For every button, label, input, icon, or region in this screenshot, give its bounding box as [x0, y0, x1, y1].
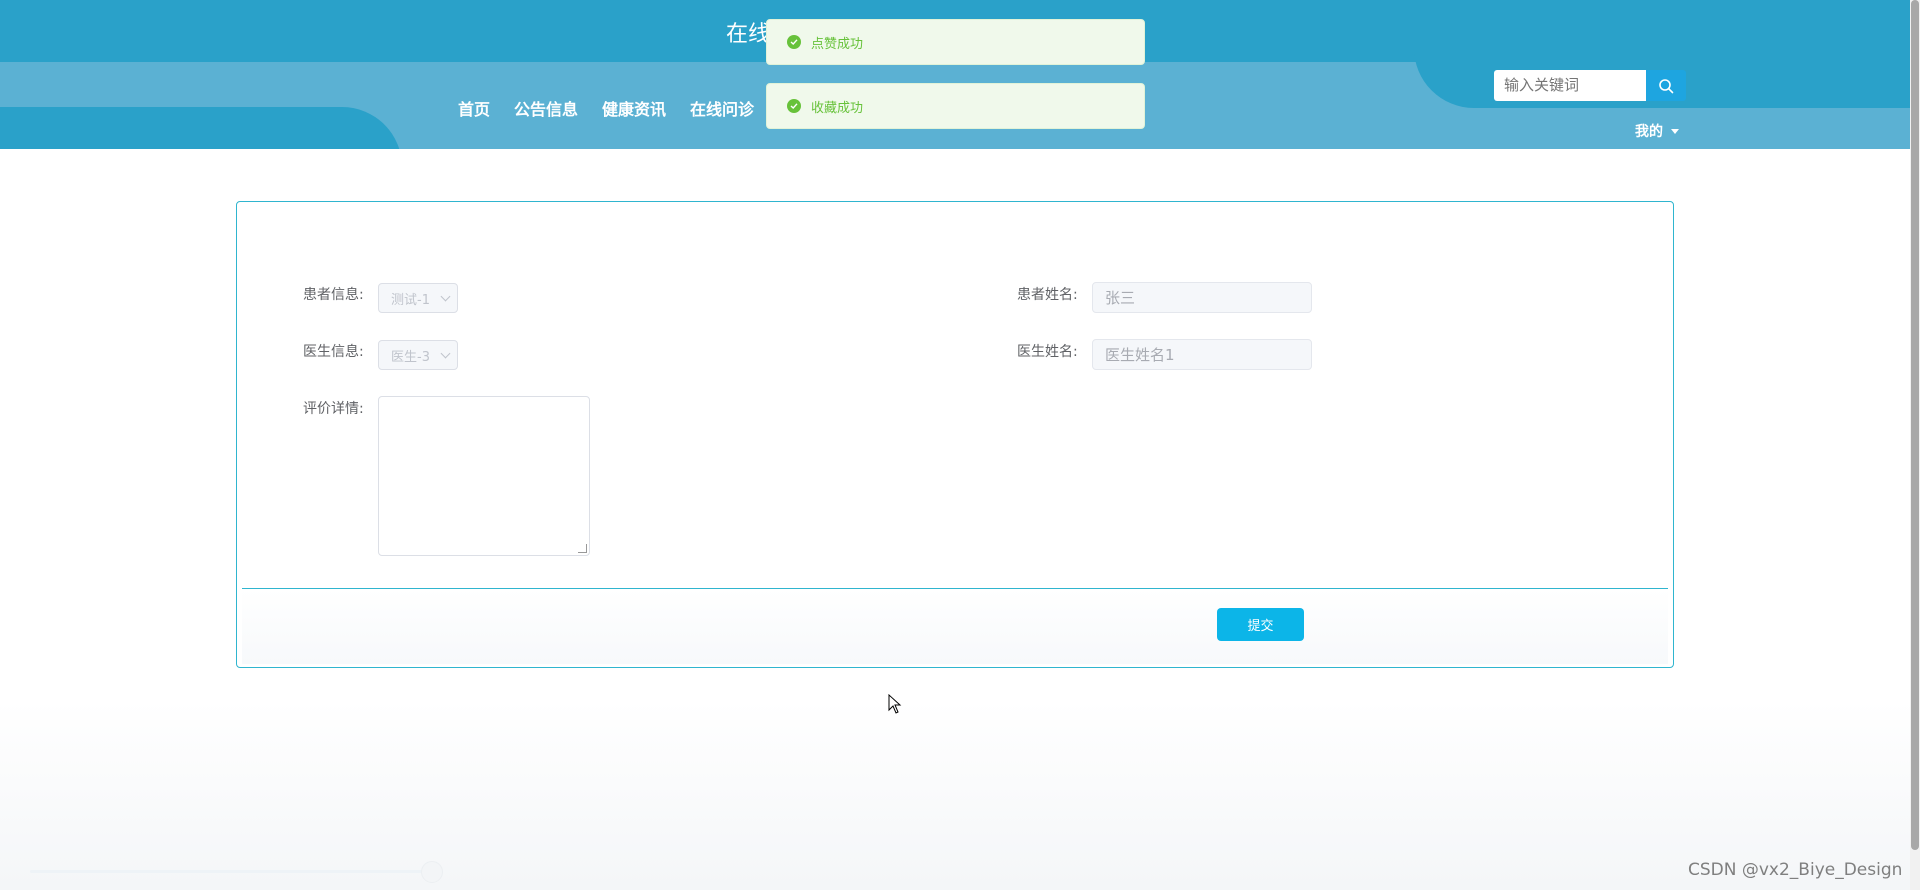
patient-info-label: 患者信息: [303, 287, 364, 303]
watermark: CSDN @vx2_Biye_Design [1688, 860, 1903, 880]
caret-down-icon [1671, 128, 1679, 134]
success-check-icon [787, 35, 801, 49]
user-menu[interactable]: 我的 [1635, 121, 1679, 141]
nav-item-health-news[interactable]: 健康资讯 [602, 96, 666, 120]
doctor-info-value: 医生-3 [391, 349, 430, 365]
user-menu-label: 我的 [1635, 124, 1663, 140]
review-details-textarea[interactable] [378, 396, 590, 556]
site-title: 在线 [726, 22, 771, 47]
review-form-card: 患者信息: 测试-1 患者姓名: 张三 医生信息: 医生-3 医生姓名: 医生姓… [236, 201, 1674, 668]
form-divider [242, 588, 1668, 589]
resize-handle-icon[interactable] [578, 544, 587, 553]
patient-name-field[interactable]: 张三 [1092, 282, 1312, 313]
doctor-name-field[interactable]: 医生姓名1 [1092, 339, 1312, 370]
slider-track[interactable] [30, 870, 430, 873]
search-input[interactable] [1494, 70, 1644, 99]
toast-text: 收藏成功 [811, 100, 864, 116]
slider-thumb[interactable] [421, 861, 443, 883]
page-scrollbar[interactable] [1910, 0, 1920, 890]
search-box [1494, 70, 1646, 101]
patient-name-value: 张三 [1105, 289, 1136, 307]
patient-name-label: 患者姓名: [1017, 287, 1078, 303]
review-details-label: 评价详情: [303, 401, 364, 417]
doctor-info-label: 医生信息: [303, 344, 364, 360]
chevron-down-icon [440, 291, 451, 302]
doctor-info-select[interactable]: 医生-3 [378, 340, 458, 370]
form-footer [242, 589, 1668, 664]
toast-favorite-success: 收藏成功 [766, 83, 1145, 129]
nav-item-home[interactable]: 首页 [458, 96, 490, 120]
patient-info-select[interactable]: 测试-1 [378, 283, 458, 313]
doctor-name-label: 医生姓名: [1017, 344, 1078, 360]
scrollbar-thumb[interactable] [1911, 0, 1919, 850]
nav-item-announcements[interactable]: 公告信息 [514, 96, 578, 120]
chevron-down-icon [440, 348, 451, 359]
toast-like-success: 点赞成功 [766, 19, 1145, 65]
header-wave-left [0, 107, 402, 149]
mouse-cursor-icon [888, 694, 902, 714]
patient-info-value: 测试-1 [391, 292, 430, 308]
nav-item-online-consult[interactable]: 在线问诊 [690, 96, 754, 120]
toast-text: 点赞成功 [811, 36, 864, 52]
doctor-name-value: 医生姓名1 [1105, 346, 1175, 364]
search-icon [1659, 78, 1674, 93]
search-button[interactable] [1646, 70, 1686, 101]
submit-button[interactable]: 提交 [1217, 608, 1304, 641]
main-nav: 首页 公告信息 健康资讯 在线问诊 [458, 96, 754, 120]
success-check-icon [787, 99, 801, 113]
